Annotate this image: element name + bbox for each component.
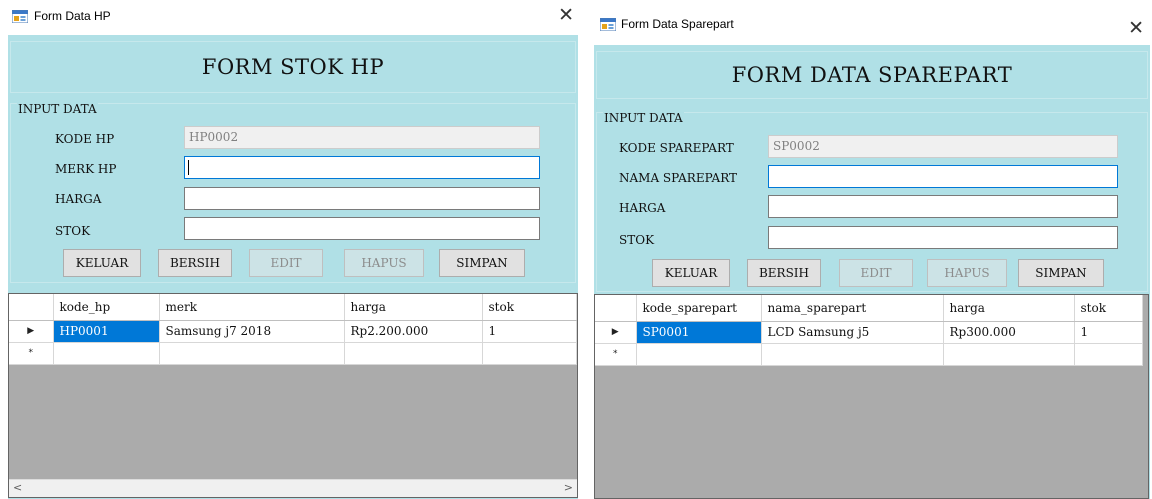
grid-header-row: kode_sparepart nama_sparepart harga stok	[595, 295, 1143, 322]
sparepart-data-grid[interactable]: kode_sparepart nama_sparepart harga stok…	[594, 294, 1149, 499]
nama-sparepart-field[interactable]	[768, 165, 1118, 188]
harga-field[interactable]	[768, 195, 1118, 218]
hp-grid-table: kode_hp merk harga stok ▶ HP0001 Samsung…	[9, 294, 577, 365]
window-title: Form Data HP	[34, 9, 111, 23]
harga-label: HARGA	[619, 201, 666, 215]
new-cell[interactable]	[636, 343, 762, 366]
cell-stok[interactable]: 1	[482, 320, 577, 343]
form-heading: FORM DATA SPAREPART	[731, 63, 1013, 87]
kode-sparepart-field[interactable]: SP0002	[768, 135, 1118, 158]
merk-hp-field[interactable]	[184, 156, 540, 179]
sparepart-grid-table: kode_sparepart nama_sparepart harga stok…	[595, 295, 1143, 366]
groupbox-label: INPUT DATA	[17, 102, 98, 116]
stok-label: STOK	[619, 233, 655, 247]
cell-harga[interactable]: Rp2.200.000	[344, 320, 483, 343]
current-row-indicator-icon[interactable]: ▶	[9, 320, 54, 343]
column-header-stok[interactable]: stok	[1074, 295, 1143, 322]
new-cell[interactable]	[761, 343, 944, 366]
row-header-corner	[595, 295, 637, 322]
header-panel: FORM DATA SPAREPART	[596, 51, 1148, 99]
new-row-indicator-icon[interactable]: *	[9, 342, 54, 365]
harga-label: HARGA	[55, 192, 102, 206]
bersih-button[interactable]: BERSIH	[158, 249, 232, 277]
table-row[interactable]: ▶ HP0001 Samsung j7 2018 Rp2.200.000 1	[9, 320, 577, 343]
column-header-nama-sparepart[interactable]: nama_sparepart	[761, 295, 944, 322]
form-client-area: FORM DATA SPAREPART INPUT DATA KODE SPAR…	[594, 45, 1150, 499]
table-row[interactable]: ▶ SP0001 LCD Samsung j5 Rp300.000 1	[595, 321, 1143, 344]
bersih-button[interactable]: BERSIH	[747, 259, 821, 287]
new-cell[interactable]	[1074, 343, 1143, 366]
form-data-hp-window: Form Data HP ✕ FORM STOK HP INPUT DATA K…	[0, 0, 584, 499]
title-bar: Form Data Sparepart ✕	[592, 8, 1152, 42]
cell-stok[interactable]: 1	[1074, 321, 1143, 344]
input-data-groupbox: INPUT DATA KODE SPAREPART SP0002 NAMA SP…	[596, 111, 1148, 292]
input-data-groupbox: INPUT DATA KODE HP HP0002 MERK HP HARGA …	[10, 102, 576, 283]
hapus-button[interactable]: HAPUS	[927, 259, 1007, 287]
header-panel: FORM STOK HP	[10, 41, 576, 93]
hp-data-grid[interactable]: kode_hp merk harga stok ▶ HP0001 Samsung…	[8, 293, 578, 498]
edit-button[interactable]: EDIT	[249, 249, 323, 277]
column-header-harga[interactable]: harga	[943, 295, 1075, 322]
new-cell[interactable]	[943, 343, 1075, 366]
current-row-indicator-icon[interactable]: ▶	[595, 321, 637, 344]
grid-header-row: kode_hp merk harga stok	[9, 294, 577, 321]
kode-sparepart-label: KODE SPAREPART	[619, 141, 734, 155]
simpan-button[interactable]: SIMPAN	[1018, 259, 1104, 287]
groupbox-label: INPUT DATA	[603, 111, 684, 125]
keluar-button[interactable]: KELUAR	[63, 249, 141, 277]
row-header-corner	[9, 294, 54, 321]
column-header-stok[interactable]: stok	[482, 294, 577, 321]
close-icon[interactable]: ✕	[558, 3, 574, 27]
text-caret	[188, 160, 189, 175]
kode-hp-field[interactable]: HP0002	[184, 126, 540, 149]
scroll-right-icon[interactable]: >	[564, 481, 573, 494]
kode-hp-label: KODE HP	[55, 132, 115, 146]
form-app-icon	[600, 18, 616, 31]
edit-button[interactable]: EDIT	[839, 259, 913, 287]
column-header-kode-sparepart[interactable]: kode_sparepart	[636, 295, 762, 322]
new-cell[interactable]	[159, 342, 345, 365]
simpan-button[interactable]: SIMPAN	[439, 249, 525, 277]
harga-field[interactable]	[184, 187, 540, 210]
form-heading: FORM STOK HP	[201, 55, 385, 79]
cell-nama-sparepart[interactable]: LCD Samsung j5	[761, 321, 944, 344]
new-cell[interactable]	[482, 342, 577, 365]
horizontal-scrollbar[interactable]: < >	[9, 479, 577, 497]
column-header-harga[interactable]: harga	[344, 294, 483, 321]
new-row[interactable]: *	[595, 343, 1143, 366]
keluar-button[interactable]: KELUAR	[652, 259, 730, 287]
new-cell[interactable]	[344, 342, 483, 365]
column-header-kode-hp[interactable]: kode_hp	[53, 294, 160, 321]
cell-merk[interactable]: Samsung j7 2018	[159, 320, 345, 343]
new-row-indicator-icon[interactable]: *	[595, 343, 637, 366]
cell-harga[interactable]: Rp300.000	[943, 321, 1075, 344]
hapus-button[interactable]: HAPUS	[344, 249, 424, 277]
stok-field[interactable]	[184, 217, 540, 240]
stok-label: STOK	[55, 224, 91, 238]
merk-hp-label: MERK HP	[55, 162, 117, 176]
form-data-sparepart-window: Form Data Sparepart ✕ FORM DATA SPAREPAR…	[592, 0, 1152, 499]
new-cell[interactable]	[53, 342, 160, 365]
column-header-merk[interactable]: merk	[159, 294, 345, 321]
stok-field[interactable]	[768, 226, 1118, 249]
scroll-left-icon[interactable]: <	[13, 481, 22, 494]
form-app-icon	[12, 10, 28, 23]
title-bar: Form Data HP ✕	[0, 0, 584, 34]
cell-kode-sparepart[interactable]: SP0001	[636, 321, 762, 344]
cell-kode-hp[interactable]: HP0001	[53, 320, 160, 343]
nama-sparepart-label: NAMA SPAREPART	[619, 171, 738, 185]
form-client-area: FORM STOK HP INPUT DATA KODE HP HP0002 M…	[8, 35, 578, 499]
window-title: Form Data Sparepart	[621, 17, 734, 31]
new-row[interactable]: *	[9, 342, 577, 365]
close-icon[interactable]: ✕	[1128, 16, 1144, 40]
